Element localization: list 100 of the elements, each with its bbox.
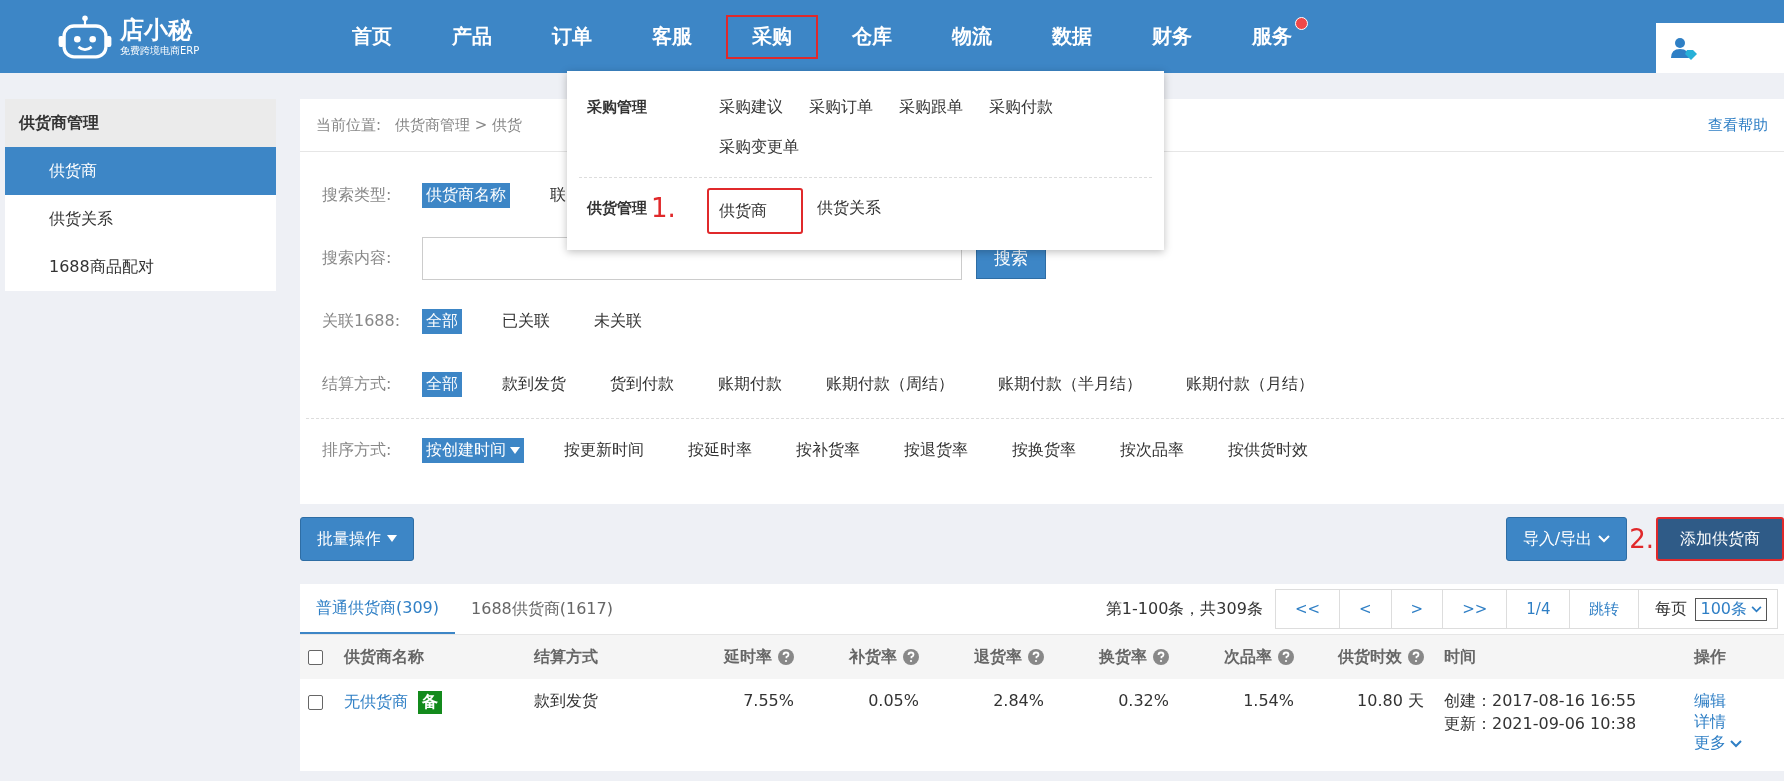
help-icon [903, 649, 919, 665]
table-cell-text: 2.84% [992, 691, 1044, 710]
user-icon [1670, 36, 1700, 60]
sort-option[interactable]: 按创建时间 [422, 438, 524, 463]
import-export-button[interactable]: 导入/导出 [1505, 517, 1628, 561]
menu-item[interactable]: 采购付款 [977, 87, 1065, 127]
filter-label: 搜索内容: [322, 248, 393, 269]
column-header: 操作 [1694, 646, 1727, 668]
checkbox[interactable] [308, 649, 323, 665]
table-cell-text: 款到发货 [534, 691, 599, 712]
column-header: 次品率 [1169, 646, 1294, 668]
column-header: 时间 [1443, 646, 1477, 668]
nav-item[interactable]: 首页 [326, 14, 418, 59]
menu-item[interactable]: 采购变更单 [707, 127, 811, 167]
nav-item[interactable]: 采购 [726, 14, 818, 59]
help-icon [1028, 649, 1044, 665]
user-menu[interactable] [1656, 23, 1784, 73]
filter-option[interactable]: 全部 [422, 309, 462, 334]
column-header: 退货率 [919, 646, 1044, 668]
filter-option[interactable]: 全部 [422, 372, 462, 397]
menu-item[interactable]: 采购建议 [707, 87, 795, 127]
filter-option[interactable]: 账期付款（周结） [822, 372, 958, 397]
nav-item[interactable]: 客服 [626, 14, 718, 59]
column-header: 延时率 [684, 646, 794, 668]
nav-item[interactable]: 产品 [426, 14, 518, 59]
chevron-down-icon [1730, 739, 1742, 748]
chevron-down-icon [1598, 535, 1611, 543]
sidebar-item[interactable]: 1688商品配对 [5, 243, 276, 291]
brand-name: 店小秘 [120, 15, 194, 44]
column-header: 供货时效 [1294, 646, 1424, 668]
menu-item[interactable]: 供货关系 [805, 188, 893, 228]
table-cell-text: 10.80 天 [1356, 691, 1424, 712]
sort-option[interactable]: 按更新时间 [560, 438, 648, 463]
sidebar-item[interactable]: 供货商 [5, 147, 276, 195]
menu-item[interactable]: 采购跟单 [887, 87, 975, 127]
sidebar-item[interactable]: 供货关系 [5, 195, 276, 243]
filter-option[interactable]: 账期付款 [714, 372, 786, 397]
menu-item[interactable]: 供货商 [707, 188, 803, 234]
sort-option[interactable]: 按退货率 [900, 438, 972, 463]
filter-option[interactable]: 未关联 [590, 309, 646, 334]
per-page-select[interactable]: 100条 [1695, 597, 1767, 621]
step-marker: 1. [651, 193, 676, 223]
menu-group-title: 供货管理 [587, 198, 647, 218]
caret-icon [387, 535, 397, 543]
column-header: 换货率 [1044, 646, 1169, 668]
tab[interactable]: 1688供货商(1617) [455, 584, 629, 634]
more-actions-link[interactable]: 更多 [1694, 733, 1784, 754]
nav-item[interactable]: 财务 [1126, 14, 1218, 59]
chevron-down-icon [1751, 605, 1762, 613]
action-link[interactable]: 详情 [1694, 712, 1784, 733]
add-supplier-button[interactable]: 添加供货商 [1656, 517, 1784, 561]
nav-item[interactable]: 数据 [1026, 14, 1118, 59]
filter-label: 搜索类型: [322, 185, 393, 206]
nav-item[interactable]: 服务 [1226, 14, 1318, 59]
sort-option[interactable]: 按换货率 [1008, 438, 1080, 463]
brand-tagline: 免费跨境电商ERP [120, 43, 200, 58]
filter-label: 关联1688: [322, 311, 402, 332]
filter-label: 结算方式: [322, 374, 393, 395]
caret-icon [510, 446, 520, 455]
filter-option[interactable]: 已关联 [498, 309, 554, 334]
batch-actions-button[interactable]: 批量操作 [300, 517, 414, 561]
per-page-label: 每页 [1654, 598, 1689, 620]
nav-item[interactable]: 订单 [526, 14, 618, 59]
sidebar-title: 供货商管理 [5, 99, 276, 147]
filter-option[interactable]: 款到发货 [498, 372, 570, 397]
page-summary: 第1-100条，共309条 [1105, 598, 1263, 620]
step-marker: 2. [1629, 524, 1654, 554]
created-time: 创建：2017-08-16 16:55 [1444, 691, 1638, 712]
nav-item[interactable]: 仓库 [826, 14, 918, 59]
menu-item[interactable]: 采购订单 [797, 87, 885, 127]
table-cell-text: 0.32% [1117, 691, 1169, 710]
supplier-name-link[interactable]: 无供货商 [344, 692, 408, 713]
help-link[interactable]: 查看帮助 [1708, 115, 1768, 135]
breadcrumb-label: 当前位置: [316, 115, 382, 134]
filter-option[interactable]: 联 [546, 183, 570, 208]
help-icon [778, 649, 794, 665]
filter-label: 排序方式: [322, 440, 393, 461]
filter-option[interactable]: 供货商名称 [422, 183, 510, 208]
filter-option[interactable]: 货到付款 [606, 372, 678, 397]
help-icon [1278, 649, 1294, 665]
sort-option[interactable]: 按补货率 [792, 438, 864, 463]
sort-option[interactable]: 按供货时效 [1224, 438, 1312, 463]
action-link[interactable]: 编辑 [1694, 691, 1784, 712]
help-icon [1408, 649, 1424, 665]
sort-option[interactable]: 按延时率 [684, 438, 756, 463]
nav-item[interactable]: 物流 [926, 14, 1018, 59]
table-cell-text: 1.54% [1242, 691, 1294, 710]
filter-option[interactable]: 账期付款（月结） [1182, 372, 1318, 397]
menu-group-title: 采购管理 [587, 97, 647, 117]
filter-option[interactable]: 账期付款（半月结） [994, 372, 1146, 397]
updated-time: 更新：2021-09-06 10:38 [1444, 714, 1638, 735]
table-cell-text: 0.05% [867, 691, 919, 710]
column-header: 补货率 [794, 646, 919, 668]
checkbox[interactable] [308, 695, 323, 710]
table-cell-text: 7.55% [742, 691, 794, 710]
column-header: 结算方式 [534, 646, 599, 668]
breadcrumb: 供货商管理 > 供货 [395, 115, 523, 134]
sort-option[interactable]: 按次品率 [1116, 438, 1188, 463]
column-header: 供货商名称 [344, 646, 425, 668]
help-icon [1153, 649, 1169, 665]
